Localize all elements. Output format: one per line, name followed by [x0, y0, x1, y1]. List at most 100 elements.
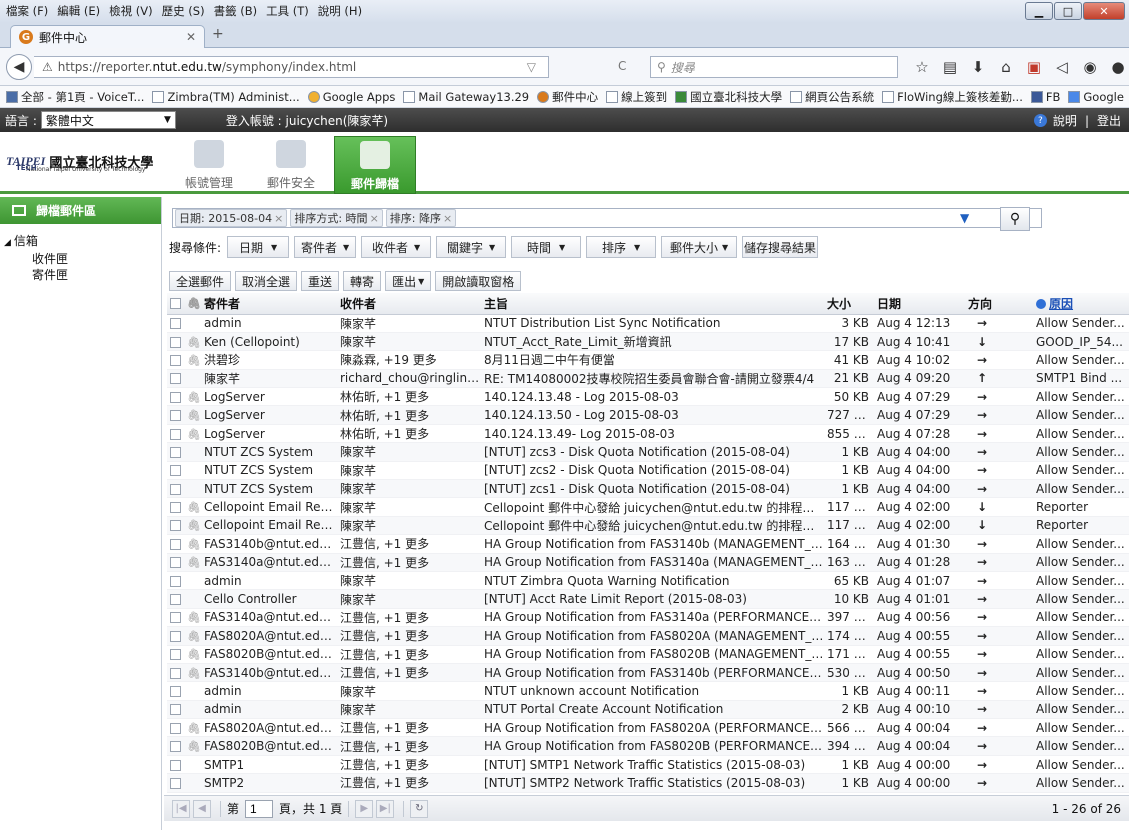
table-row[interactable]: admin 陳家芊 NTUT unknown account Notificatio…	[167, 681, 1129, 701]
deselect-all-button[interactable]: 取消全選	[235, 271, 298, 291]
table-row[interactable]: 🖇 洪碧珍 陳淼霖, +19 更多 8月11日週二中午有便當 41 KB Aug 4 10…	[167, 350, 1129, 370]
table-row[interactable]: SMTP1 江豊信, +1 更多 [NTUT] SMTP1 Network Traf…	[167, 755, 1129, 775]
checkbox-icon[interactable]	[170, 722, 181, 734]
checkbox-icon[interactable]	[170, 741, 181, 753]
dropdown-arrow-icon[interactable]: ▽	[527, 60, 536, 74]
bookmark-item[interactable]: 線上簽到	[606, 89, 667, 105]
table-row[interactable]: 🖇 FAS8020A@ntut.edu.tw 江豊信, +1 更多 HA Group …	[167, 718, 1129, 738]
forward-button[interactable]: 轉寄	[343, 271, 382, 291]
menu-bookmarks[interactable]: 書籤 (B)	[214, 3, 258, 19]
send-icon[interactable]: ◁	[1048, 58, 1076, 76]
table-row[interactable]: NTUT ZCS System 陳家芊 [NTUT] zcs2 - Disk Quo…	[167, 461, 1129, 481]
prev-page-icon[interactable]: ◀	[193, 799, 211, 818]
close-window-icon[interactable]: ✕	[1083, 2, 1125, 20]
column-date[interactable]: 日期	[874, 293, 965, 315]
menu-edit[interactable]: 編輯 (E)	[57, 3, 100, 19]
checkbox-icon[interactable]	[170, 667, 181, 679]
checkbox-icon[interactable]	[170, 575, 181, 587]
table-row[interactable]: admin 陳家芊 NTUT Portal Create Account Notif…	[167, 700, 1129, 720]
table-row[interactable]: Cello Controller 陳家芊 [NTUT] Acct Rate Limi…	[167, 589, 1129, 609]
checkbox-icon[interactable]	[170, 686, 181, 697]
language-select[interactable]: 繁體中文 ▼	[40, 111, 176, 129]
select-all-button[interactable]: 全選郵件	[169, 271, 232, 291]
size-filter-button[interactable]: 郵件大小 ▼	[661, 236, 738, 258]
remove-chip-icon[interactable]: ×	[443, 212, 452, 225]
checkbox-icon[interactable]	[170, 446, 181, 458]
checkbox-icon[interactable]	[170, 777, 181, 789]
bookmark-item[interactable]: FB	[1030, 90, 1060, 104]
table-row[interactable]: 🖇 FAS3140a@ntut.edu.tw 江豊信, +1 更多 HA Group …	[167, 608, 1129, 628]
bookmark-item[interactable]: Zimbra(TM) Administ...	[152, 90, 300, 104]
next-page-icon[interactable]: ▶	[355, 799, 374, 818]
bookmark-item[interactable]: 全部 - 第1頁 - VoiceT...	[6, 89, 144, 105]
filter-dropdown-icon[interactable]: ▼	[960, 211, 969, 225]
table-row[interactable]: 陳家芊 richard_chou@ringline.c... RE: TM14080…	[167, 369, 1129, 389]
collapse-icon[interactable]: ◢	[4, 238, 11, 248]
tree-root[interactable]: ◢ 信箱	[4, 233, 161, 251]
menu-history[interactable]: 歷史 (S)	[162, 3, 205, 19]
keyword-filter-button[interactable]: 關鍵字 ▼	[436, 236, 507, 258]
menu-tools[interactable]: 工具 (T)	[266, 3, 309, 19]
table-row[interactable]: 🖇 LogServer 林佑昕, +1 更多 140.124.13.50 - Log …	[167, 405, 1129, 425]
bookmark-item[interactable]: 國立臺北科技大學	[675, 89, 782, 105]
help-link[interactable]: 說明	[1053, 112, 1077, 129]
star-icon[interactable]: ☆	[908, 58, 936, 76]
table-row[interactable]: NTUT ZCS System 陳家芊 [NTUT] zcs1 - Disk Quo…	[167, 479, 1129, 499]
bookmark-item[interactable]: Google	[1068, 90, 1124, 104]
filter-chip-date[interactable]: 日期: 2015-08-04 ×	[175, 209, 288, 227]
table-row[interactable]: 🖇 LogServer 林佑昕, +1 更多 140.124.13.48 - Log …	[167, 387, 1129, 407]
checkbox-icon[interactable]	[170, 373, 181, 385]
url-bar[interactable]: ⚠ https://reporter. ntut.edu.tw/symphony/…	[34, 56, 549, 78]
sidebar-item-sent[interactable]: 寄件匣	[4, 267, 161, 283]
table-row[interactable]: 🖇 FAS3140a@ntut.edu.tw 江豊信, +1 更多 HA Group …	[167, 553, 1129, 572]
reading-list-icon[interactable]: ▤	[936, 58, 964, 76]
column-recipient[interactable]: 收件者	[337, 293, 481, 315]
sort-filter-button[interactable]: 排序 ▼	[586, 236, 657, 258]
logout-link[interactable]: 登出	[1097, 112, 1121, 129]
checkbox-icon[interactable]	[170, 612, 181, 624]
maximize-icon[interactable]: □	[1054, 2, 1082, 20]
table-row[interactable]: 🖇 FAS8020B@ntut.edu.tw 江豊信, +1 更多 HA Group …	[167, 736, 1129, 756]
table-row[interactable]: 🖇 FAS8020B@ntut.edu.tw 江豊信, +1 更多 HA Group …	[167, 645, 1129, 664]
checkbox-icon[interactable]	[170, 428, 181, 440]
browser-tab[interactable]: G 郵件中心 ✕	[10, 25, 205, 48]
checkbox-icon[interactable]	[170, 391, 181, 403]
table-row[interactable]: NTUT ZCS System 陳家芊 [NTUT] zcs3 - Disk Quo…	[167, 442, 1129, 462]
tab-mail-security[interactable]: 郵件安全	[250, 136, 332, 194]
bookmark-item[interactable]: 郵件中心	[537, 89, 598, 105]
filter-input[interactable]: 日期: 2015-08-04 × 排序方式: 時間 × 排序: 降序 ×	[172, 208, 1042, 228]
checkbox-icon[interactable]	[170, 336, 181, 348]
checkbox-icon[interactable]	[170, 298, 181, 310]
checkbox-icon[interactable]	[170, 520, 181, 532]
sender-filter-button[interactable]: 寄件者 ▼	[294, 236, 357, 258]
menu-help[interactable]: 說明 (H)	[318, 3, 362, 19]
remove-chip-icon[interactable]: ×	[370, 212, 379, 225]
menu-file[interactable]: 檔案 (F)	[6, 3, 48, 19]
checkbox-icon[interactable]	[170, 759, 181, 771]
reading-pane-button[interactable]: 開啟讀取窗格	[435, 271, 522, 291]
back-button[interactable]: ◀	[6, 54, 32, 80]
checkbox-icon[interactable]	[170, 410, 181, 422]
remove-chip-icon[interactable]: ×	[274, 212, 283, 225]
chat-icon[interactable]: ●	[1104, 58, 1129, 76]
checkbox-icon[interactable]	[170, 594, 181, 606]
tab-close-icon[interactable]: ✕	[186, 30, 196, 44]
time-filter-button[interactable]: 時間 ▼	[511, 236, 582, 258]
bookmark-item[interactable]: FloWing線上簽核差勤...	[882, 89, 1023, 105]
sidebar-item-inbox[interactable]: 收件匣	[4, 251, 161, 267]
column-reason[interactable]: 原因	[1033, 293, 1129, 315]
column-sender[interactable]: 寄件者	[201, 293, 337, 315]
checkbox-icon[interactable]	[170, 557, 181, 569]
new-tab-icon[interactable]: +	[212, 26, 224, 42]
search-button[interactable]: ⚲	[1000, 207, 1030, 231]
checkbox-icon[interactable]	[170, 465, 181, 477]
extension-hd-icon[interactable]: ▣	[1020, 58, 1048, 76]
checkbox-icon[interactable]	[170, 704, 181, 716]
checkbox-icon[interactable]	[170, 538, 181, 550]
addon-icon[interactable]: ◉	[1076, 58, 1104, 76]
save-search-button[interactable]: 儲存搜尋結果	[742, 236, 819, 258]
bookmark-item[interactable]: Mail Gateway13.29	[403, 90, 529, 104]
checkbox-icon[interactable]	[170, 649, 181, 661]
browser-search-input[interactable]: ⚲ 搜尋	[650, 56, 898, 78]
table-row[interactable]: 🖇 Ken (Cellopoint) 陳家芊 NTUT_Acct_Rate_Limit…	[167, 332, 1129, 352]
